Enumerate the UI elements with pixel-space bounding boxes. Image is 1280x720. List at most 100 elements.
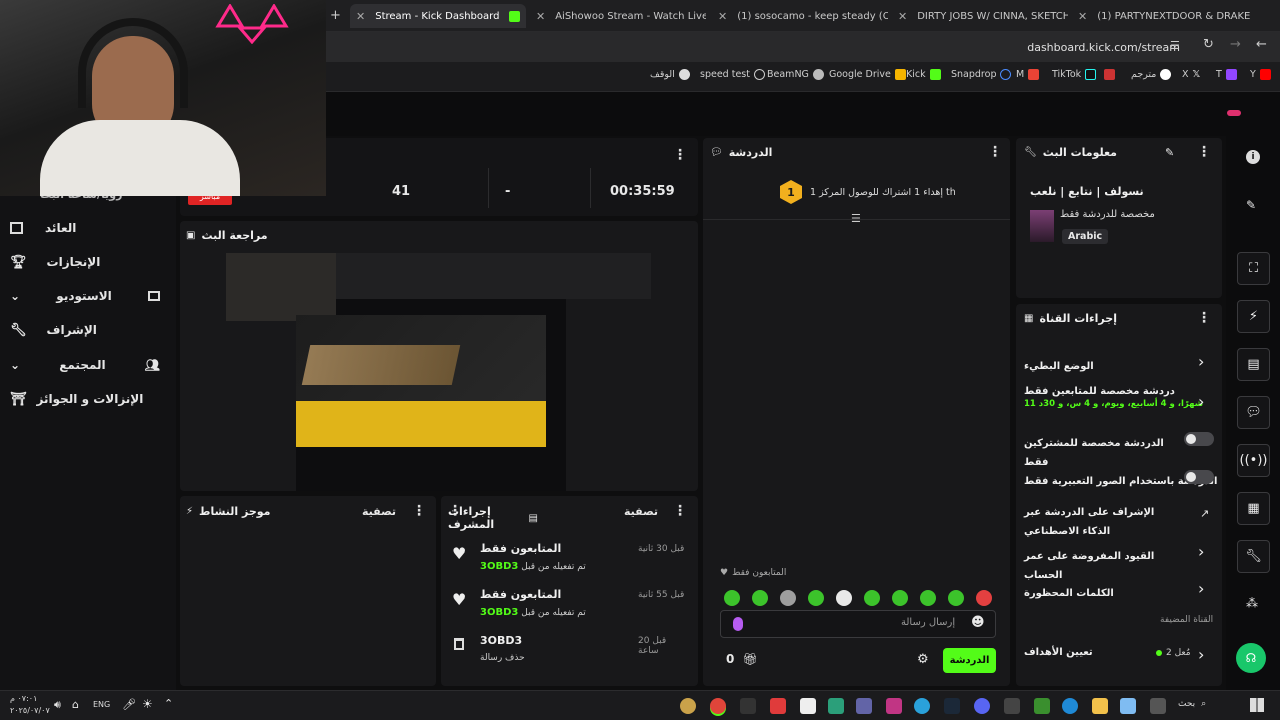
emote-only-row[interactable]: الدردشة باستخدام الصور التعبيرية فقط [1024, 469, 1217, 487]
keyboard-language[interactable]: ENG [93, 700, 110, 709]
activity-menu-icon[interactable]: ⋮ [412, 503, 426, 519]
tab-partynextdoor[interactable]: ✕ (1) PARTYNEXTDOOR & DRAKE - P [1072, 4, 1252, 28]
network-icon[interactable]: ⌂ [72, 698, 79, 711]
chat-send-button[interactable]: الدردشة [943, 648, 996, 673]
folder-icon[interactable] [1092, 698, 1108, 714]
taskbar-app-icon[interactable] [886, 698, 902, 714]
banned-words-row[interactable]: الكلمات المحظورة [1024, 581, 1194, 599]
close-icon[interactable]: ✕ [536, 10, 545, 23]
followers-only-row[interactable]: دردشة مخصصة للمتابعين فقط شهرًا، و 4 أسا… [1024, 386, 1203, 418]
gift-leaderboard[interactable]: 1 إهداء 1 اشتراك للوصول المركز 1 th [780, 180, 956, 204]
nav-item-moderation[interactable]: 🔧︎ الإشراف [10, 318, 160, 342]
camera-scan-button[interactable]: ⛶ [1237, 252, 1270, 285]
windows-start-icon[interactable] [1250, 698, 1264, 712]
stream-preview-video[interactable] [226, 253, 651, 491]
support-button[interactable]: ☊ [1236, 643, 1266, 673]
account-age-row[interactable]: القيود المفروضة على عمر الحساب [1024, 544, 1194, 581]
nav-item-community[interactable]: ⌄ المجتمع 👥︎ [10, 353, 160, 377]
emote-only-toggle[interactable] [1184, 470, 1214, 484]
quick-actions-button[interactable]: ⚡︎ [1237, 300, 1270, 333]
bookmark-item[interactable]: Google Drive [829, 69, 906, 80]
telegram-icon[interactable] [914, 698, 930, 714]
tab-sosocamo[interactable]: ✕ (1) sosocamo - keep steady (Offici [712, 4, 888, 28]
bookmark-item[interactable]: BeamNG [767, 69, 824, 80]
bookmark-item[interactable]: TikTok [1052, 69, 1097, 80]
bookmark-item[interactable]: Y [1250, 69, 1271, 80]
nav-item-studio[interactable]: ⌄ الاستوديو [10, 284, 160, 308]
apps-icon[interactable]: ⁂ [1246, 596, 1258, 610]
bookmark-item[interactable]: M [1016, 69, 1040, 80]
emote-icon[interactable] [976, 590, 992, 606]
edge-icon[interactable] [1062, 698, 1078, 714]
subscribers-only-toggle[interactable] [1184, 432, 1214, 446]
notes-button[interactable]: ▤ [1237, 348, 1270, 381]
mic-icon[interactable] [733, 617, 743, 631]
taskbar-app-icon[interactable] [828, 698, 844, 714]
reload-icon[interactable]: ↻ [1203, 37, 1214, 52]
stats-menu-icon[interactable]: ⋮ [673, 144, 687, 163]
bookmark-item[interactable]: الوقف [650, 69, 690, 80]
close-icon[interactable]: ✕ [1078, 10, 1087, 23]
mic-icon[interactable]: 🎤︎ [122, 698, 136, 711]
file-icon[interactable] [800, 698, 816, 714]
close-icon[interactable]: ✕ [356, 10, 365, 23]
tab-kick-dashboard[interactable]: ✕ Stream - Kick Dashboard [350, 4, 526, 28]
bookmark-item[interactable]: speed test [700, 69, 765, 80]
close-icon[interactable]: ✕ [898, 10, 907, 23]
back-icon[interactable]: ← [1256, 37, 1267, 52]
chat-input[interactable]: إرسال رسالة ☻ [720, 610, 996, 638]
bookmark-item[interactable]: X𝕏 [1182, 69, 1200, 80]
nav-item-drops[interactable]: ⛩︎ الإنزالات و الجوائز [10, 387, 160, 411]
address-field[interactable]: dashboard.kick.com/stream [330, 36, 1210, 58]
emote-icon[interactable] [780, 590, 796, 606]
pencil-icon[interactable]: ✎ [1246, 198, 1256, 212]
emote-icon[interactable] [920, 590, 936, 606]
volume-icon[interactable]: 🔊︎ [54, 698, 61, 712]
chat-menu-icon[interactable]: ⋮ [988, 144, 1002, 160]
new-tab-button[interactable]: + [330, 8, 341, 23]
taskbar-app-icon[interactable] [856, 698, 872, 714]
edit-icon[interactable]: ✎ [1165, 146, 1174, 159]
taskbar-app-icon[interactable] [1004, 698, 1020, 714]
stream-info-menu-icon[interactable]: ⋮ [1197, 144, 1211, 160]
emote-icon[interactable] [808, 590, 824, 606]
taskbar-app-icon[interactable] [770, 698, 786, 714]
slow-mode-row[interactable]: الوضع البطيء [1024, 354, 1214, 374]
taskbar-search[interactable]: بحث ⌕ [1178, 699, 1206, 709]
emote-icon[interactable] [892, 590, 908, 606]
steam-icon[interactable] [944, 698, 960, 714]
taskbar-clock[interactable]: ٠٧:٠١ م ٢٠٢٥/٠٧/٠٧ [10, 693, 50, 717]
points-balance[interactable]: 0 🎁︎ [726, 652, 758, 666]
chat-button[interactable]: 💬︎ [1237, 396, 1270, 429]
moderation-button[interactable]: 🔧︎ [1237, 540, 1270, 573]
chrome-icon[interactable] [710, 698, 726, 714]
broadcast-button[interactable]: ((•)) [1237, 444, 1270, 477]
tune-icon[interactable]: ☰ [1170, 39, 1180, 52]
channel-actions-menu-icon[interactable]: ⋮ [1197, 310, 1211, 326]
forward-icon[interactable]: → [1230, 37, 1241, 52]
pin-collapse-icon[interactable]: ☰ [851, 212, 861, 225]
emote-icon[interactable] [752, 590, 768, 606]
activity-filter-button[interactable]: تصفية [362, 505, 396, 518]
bookmark-item[interactable]: Kick [906, 69, 941, 80]
taskbar-app-icon[interactable] [1150, 698, 1166, 714]
nav-item-achievements[interactable]: 🏆︎ الإنجازات [10, 250, 160, 274]
brightness-icon[interactable]: ☀︎ [142, 697, 153, 711]
taskbar-app-icon[interactable] [680, 698, 696, 714]
external-link-icon[interactable]: ↗ [1200, 507, 1209, 520]
taskbar-app-icon[interactable] [974, 698, 990, 714]
nav-item-revenue[interactable]: العائد [10, 216, 160, 240]
tab-dirty-jobs[interactable]: ✕ DIRTY JOBS W/ CINNA, SKETCH, M [892, 4, 1068, 28]
subscribers-only-row[interactable]: الدردشة مخصصة للمشتركين فقط [1024, 431, 1174, 468]
emote-icon[interactable] [864, 590, 880, 606]
chevron-up-icon[interactable]: ⌃ [164, 697, 173, 710]
ai-moderation-row[interactable]: الإشراف على الدردشة عبر الذكاء الاصطناعي [1024, 500, 1174, 537]
chat-settings-icon[interactable]: ⚙ [917, 652, 929, 667]
taskbar-app-icon[interactable] [1120, 698, 1136, 714]
bookmark-item[interactable]: مترجم [1131, 69, 1172, 80]
emote-icon[interactable] [836, 590, 852, 606]
bookmark-item[interactable] [1104, 69, 1115, 80]
info-icon[interactable]: i [1246, 150, 1260, 164]
emote-icon[interactable] [724, 590, 740, 606]
set-goals-label[interactable]: تعيين الأهداف [1024, 647, 1093, 658]
